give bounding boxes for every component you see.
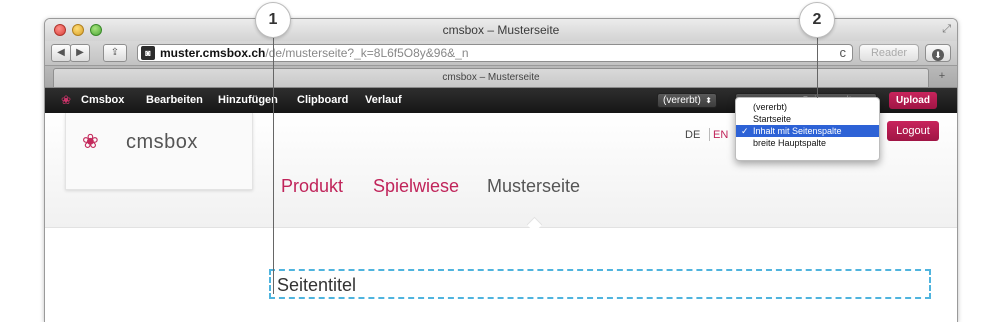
forward-button[interactable]: ▶ [70, 44, 90, 62]
dropdown-option-label: (vererbt) [753, 102, 788, 112]
logout-button[interactable]: Logout [887, 121, 939, 141]
url-path: /de/musterseite?_k=8L6f5O8y&96&_n [265, 46, 469, 60]
site-logo[interactable]: ❀ cmsbox [65, 113, 253, 190]
upload-button[interactable]: Upload [889, 92, 937, 109]
url-host: muster.cmsbox.ch [160, 46, 266, 60]
logo-text: cmsbox [126, 131, 198, 153]
back-button[interactable]: ◀ [51, 44, 71, 62]
reload-icon[interactable]: c [840, 45, 847, 61]
tab-musterseite[interactable]: cmsbox – Musterseite [53, 68, 929, 87]
downloads-button[interactable]: ⬇ [925, 44, 951, 62]
dropdown-option-startseite[interactable]: Startseite [736, 113, 879, 125]
tab-bar: cmsbox – Musterseite + [45, 66, 957, 88]
share-icon: ⇪ [110, 47, 120, 58]
language-en[interactable]: EN [713, 129, 728, 141]
nav-musterseite[interactable]: Musterseite [487, 176, 580, 197]
inherit-select[interactable]: (vererbt) ⬍ [657, 93, 717, 108]
menu-cmsbox[interactable]: Cmsbox [81, 94, 124, 106]
url-text: muster.cmsbox.ch/de/musterseite?_k=8L6f5… [160, 45, 469, 61]
dropdown-option-label: breite Hauptspalte [753, 138, 827, 148]
updown-arrow-icon: ⬍ [705, 96, 712, 105]
menu-verlauf[interactable]: Verlauf [365, 94, 402, 106]
new-tab-icon[interactable]: + [933, 69, 951, 84]
checkmark-icon: ✓ [741, 126, 749, 136]
menu-bearbeiten[interactable]: Bearbeiten [146, 94, 203, 106]
page-title-editable-box[interactable]: Seitentitel [269, 269, 931, 299]
site-favicon-icon: ◙ [141, 46, 155, 60]
menu-hinzufuegen[interactable]: Hinzufügen [218, 94, 278, 106]
back-icon: ◀ [57, 47, 65, 58]
callout-1: 1 [255, 2, 291, 38]
address-bar[interactable]: ◙ muster.cmsbox.ch/de/musterseite?_k=8L6… [137, 44, 853, 62]
language-separator [709, 128, 710, 141]
menu-clipboard[interactable]: Clipboard [297, 94, 348, 106]
page-title: Seitentitel [277, 275, 357, 295]
language-de[interactable]: DE [685, 129, 700, 141]
callout-2-pointer-line [817, 38, 818, 98]
reader-button[interactable]: Reader [859, 44, 919, 62]
dropdown-option-vererbt[interactable]: (vererbt) [736, 101, 879, 113]
forward-icon: ▶ [76, 47, 84, 58]
dropdown-option-label: Startseite [753, 114, 792, 124]
fullscreen-icon[interactable]: ⤢ [942, 23, 951, 36]
nav-spielwiese[interactable]: Spielwiese [373, 176, 459, 197]
cmsbox-flower-icon: ❀ [82, 131, 99, 153]
cmsbox-logo-icon: ❀ [61, 93, 72, 107]
download-icon: ⬇ [932, 49, 944, 61]
share-button[interactable]: ⇪ [103, 44, 127, 62]
inherit-select-value: (vererbt) [663, 95, 701, 106]
dropdown-option-inhalt-mit-seitenspalte[interactable]: ✓ Inhalt mit Seitenspalte [736, 125, 879, 137]
dropdown-option-breite-hauptspalte[interactable]: breite Hauptspalte [736, 137, 879, 149]
browser-toolbar: ◀ ▶ ⇪ ◙ muster.cmsbox.ch/de/musterseite?… [45, 41, 957, 66]
browser-window: cmsbox – Musterseite ⤢ ◀ ▶ ⇪ ◙ muster.cm… [44, 18, 958, 322]
layout-dropdown-menu: (vererbt) Startseite ✓ Inhalt mit Seitens… [735, 97, 880, 161]
dropdown-option-label: Inhalt mit Seitenspalte [753, 126, 842, 136]
callout-1-pointer-line [273, 38, 274, 294]
callout-2: 2 [799, 2, 835, 38]
nav-produkt[interactable]: Produkt [281, 176, 343, 197]
